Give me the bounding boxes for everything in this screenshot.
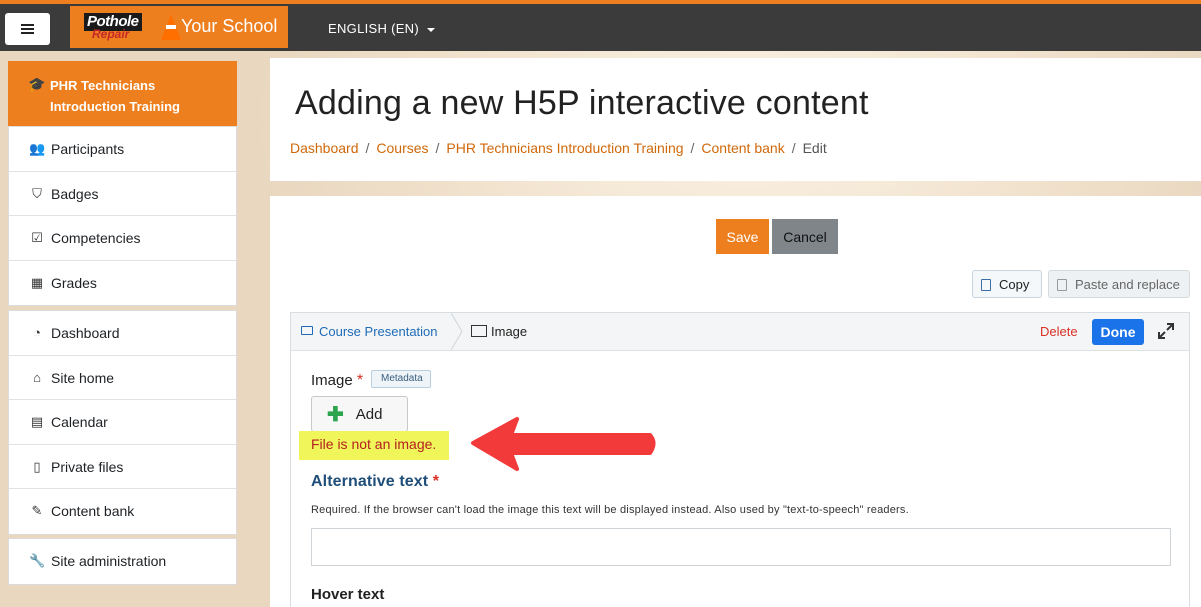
users-icon: 👥 <box>29 141 46 156</box>
alt-text-description: Required. If the browser can't load the … <box>311 504 909 516</box>
graduation-cap-icon: 🎓 <box>28 76 46 92</box>
sidebar-item-site-home[interactable]: ⌂ Site home <box>9 356 236 401</box>
annotation-arrow-icon <box>471 417 656 471</box>
sidebar-item-competencies[interactable]: ☑ Competencies <box>9 216 236 261</box>
metadata-button[interactable]: Metadata <box>371 370 431 388</box>
hover-text-label: Hover text <box>311 586 385 603</box>
page-header: Adding a new H5P interactive content Das… <box>270 58 1201 181</box>
table-icon: ▦ <box>30 274 44 290</box>
sidebar-group-admin: 🔧 Site administration <box>8 538 237 585</box>
site-logo: Pothole Repair <box>84 13 181 43</box>
paste-and-replace-button[interactable]: Paste and replace <box>1048 270 1190 298</box>
sidebar-item-dashboard[interactable]: ◔ Dashboard <box>9 311 236 356</box>
page-title: Adding a new H5P interactive content <box>295 84 869 122</box>
alt-text-label: Alternative text * <box>311 473 440 490</box>
crumb-course-presentation[interactable]: Course Presentation <box>291 313 459 350</box>
sidebar-item-grades[interactable]: ▦ Grades <box>9 261 236 306</box>
sidebar-item-private-files[interactable]: ▯ Private files <box>9 445 236 490</box>
sidebar-item-calendar[interactable]: ▤ Calendar <box>9 400 236 445</box>
caret-down-icon <box>427 27 436 32</box>
h5p-editor: Course Presentation Image Delete Done Im… <box>290 312 1190 607</box>
delete-button[interactable]: Delete <box>1040 324 1078 339</box>
plus-icon: ✚ <box>327 403 344 426</box>
brush-icon: ✎ <box>31 503 43 519</box>
language-menu[interactable]: ENGLISH (EN) <box>328 21 436 36</box>
navbar: Pothole Repair Your School ENGLISH (EN) <box>0 4 1201 51</box>
sidebar-course-title[interactable]: 🎓 PHR Technicians Introduction Training <box>8 61 237 126</box>
editor-toolbar: Course Presentation Image Delete Done <box>291 313 1189 351</box>
sidebar-group-site: ◔ Dashboard ⌂ Site home ▤ Calendar ▯ Pri… <box>8 310 237 535</box>
copy-button[interactable]: Copy <box>972 270 1042 298</box>
cancel-button[interactable]: Cancel <box>772 219 838 254</box>
breadcrumb-content-bank[interactable]: Content bank <box>701 140 784 156</box>
shield-icon: ⛉ <box>32 185 42 201</box>
home-icon: ⌂ <box>33 369 41 385</box>
error-message: File is not an image. <box>299 431 449 460</box>
image-icon <box>471 325 487 337</box>
site-brand[interactable]: Pothole Repair Your School <box>70 6 288 48</box>
expand-icon[interactable] <box>1157 322 1175 340</box>
wrench-icon: 🔧 <box>29 553 46 568</box>
breadcrumb-course[interactable]: PHR Technicians Introduction Training <box>446 140 683 156</box>
presentation-icon <box>301 326 313 335</box>
breadcrumb-dashboard[interactable]: Dashboard <box>290 140 359 156</box>
breadcrumb: Dashboard / Courses / PHR Technicians Introd… <box>290 140 827 156</box>
sidebar-item-participants[interactable]: 👥 Participants <box>9 127 236 172</box>
alt-text-input[interactable] <box>311 528 1171 566</box>
main-content: Save Cancel Copy Paste and replace Cours… <box>270 196 1201 607</box>
copy-icon <box>981 278 991 291</box>
checkbox-icon: ☑ <box>31 230 43 246</box>
required-marker: * <box>356 372 364 389</box>
sidebar-item-site-administration[interactable]: 🔧 Site administration <box>9 539 236 584</box>
image-field-label: Image * <box>311 372 364 389</box>
paste-icon <box>1057 278 1067 291</box>
sidebar-item-badges[interactable]: ⛉ Badges <box>9 172 236 217</box>
sidebar-group-course: 👥 Participants ⛉ Badges ☑ Competencies ▦… <box>8 126 237 307</box>
language-label: ENGLISH (EN) <box>328 21 420 36</box>
site-name: Your School <box>181 16 278 36</box>
breadcrumb-current: Edit <box>802 140 827 156</box>
breadcrumb-courses[interactable]: Courses <box>376 140 428 156</box>
file-icon: ▯ <box>33 458 41 474</box>
sidebar-item-content-bank[interactable]: ✎ Content bank <box>9 489 236 534</box>
crumb-separator <box>451 313 463 350</box>
hamburger-icon[interactable] <box>5 13 50 45</box>
required-marker: * <box>432 473 440 490</box>
dashboard-icon: ◔ <box>33 325 41 340</box>
save-button[interactable]: Save <box>716 219 769 254</box>
done-button[interactable]: Done <box>1092 319 1144 345</box>
add-image-button[interactable]: ✚ Add <box>311 396 408 432</box>
calendar-icon: ▤ <box>30 414 44 430</box>
